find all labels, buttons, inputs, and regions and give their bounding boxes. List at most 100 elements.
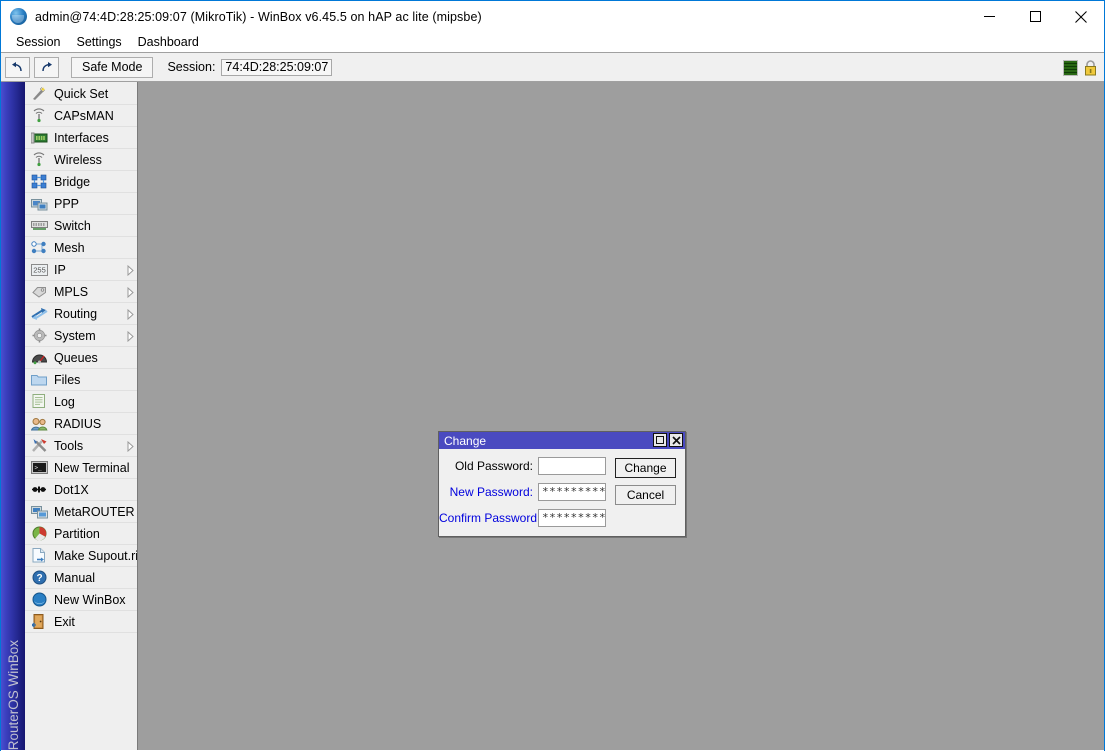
sidebar-item-label: RADIUS [54, 416, 102, 431]
title-bar: admin@74:4D:28:25:09:07 (MikroTik) - Win… [1, 1, 1104, 32]
sidebar-item-label: New WinBox [54, 592, 126, 607]
sidebar-item-mesh[interactable]: Mesh [25, 237, 137, 259]
ppp-monitor-icon [30, 196, 48, 212]
sidebar-item-interfaces[interactable]: Interfaces [25, 127, 137, 149]
svg-text:>_: >_ [34, 464, 42, 471]
sidebar-item-label: Switch [54, 218, 91, 233]
sidebar-item-label: Bridge [54, 174, 91, 189]
tools-icon [30, 438, 48, 454]
switch-icon [30, 218, 48, 234]
confirm-password-label: Confirm Password: [439, 511, 541, 525]
change-button[interactable]: Change [615, 458, 676, 478]
sidebar-item-switch[interactable]: Switch [25, 215, 137, 237]
sidebar-item-label: Tools [54, 438, 84, 453]
sidebar-item-capsman[interactable]: CAPsMAN [25, 105, 137, 127]
session-value[interactable]: 74:4D:28:25:09:07 [221, 58, 333, 76]
green-bars-icon [1063, 59, 1078, 76]
winbox-globe-icon [10, 8, 27, 25]
routing-icon [30, 306, 48, 322]
svg-text:255: 255 [33, 265, 46, 274]
sidebar-item-make-supout[interactable]: Make Supout.rif [25, 545, 137, 567]
sidebar-brand-strip: RouterOS WinBox [1, 82, 25, 750]
sidebar-item-tools[interactable]: Tools [25, 435, 137, 457]
sidebar-item-exit[interactable]: Exit [25, 611, 137, 633]
confirm-password-input[interactable]: ********* [538, 509, 606, 527]
old-password-input[interactable] [538, 457, 606, 475]
sidebar-item-label: CAPsMAN [54, 108, 114, 123]
winbox-window: admin@74:4D:28:25:09:07 (MikroTik) - Win… [0, 0, 1105, 751]
bridge-icon [30, 174, 48, 190]
maximize-button[interactable] [1012, 1, 1058, 32]
toolbar-status-icons [1063, 53, 1098, 82]
sidebar-item-new-winbox[interactable]: New WinBox [25, 589, 137, 611]
sidebar-item-label: MPLS [54, 284, 89, 299]
sidebar-item-new-terminal[interactable]: >_ New Terminal [25, 457, 137, 479]
change-password-dialog: Change Old Password: New Password: *****… [438, 431, 686, 537]
folder-icon [30, 372, 48, 388]
sidebar-brand-text: RouterOS WinBox [5, 639, 21, 750]
undo-icon [12, 61, 22, 71]
menu-item-dashboard[interactable]: Dashboard [130, 33, 207, 51]
nic-card-icon [30, 130, 48, 146]
sidebar-item-label: IP [54, 262, 66, 277]
minimize-button[interactable] [966, 1, 1012, 32]
sidebar-item-ppp[interactable]: PPP [25, 193, 137, 215]
window-title: admin@74:4D:28:25:09:07 (MikroTik) - Win… [35, 9, 482, 24]
sidebar-item-bridge[interactable]: Bridge [25, 171, 137, 193]
sidebar-item-manual[interactable]: ? Manual [25, 567, 137, 589]
users-icon [30, 416, 48, 432]
sidebar-item-label: Queues [54, 350, 98, 365]
new-password-value: ********* [542, 484, 606, 498]
svg-text:?: ? [36, 573, 42, 584]
dialog-window-controls [653, 433, 683, 447]
sidebar-item-label: System [54, 328, 96, 343]
field-row-confirm-password: Confirm Password: ********* [439, 509, 685, 527]
cancel-button[interactable]: Cancel [615, 485, 676, 505]
gear-icon [30, 328, 48, 344]
sidebar-item-dot1x[interactable]: Dot1X [25, 479, 137, 501]
sidebar-item-label: New Terminal [54, 460, 130, 475]
restore-window-icon[interactable] [653, 433, 667, 447]
work-area: RouterOS WinBox Quick Set CAPsMAN Interf… [1, 82, 1104, 750]
mesh-icon [30, 240, 48, 256]
sidebar-item-label: Log [54, 394, 75, 409]
sidebar-item-wireless[interactable]: Wireless [25, 149, 137, 171]
sidebar-item-partition[interactable]: Partition [25, 523, 137, 545]
undo-button[interactable] [5, 56, 30, 78]
sidebar-item-log[interactable]: Log [25, 391, 137, 413]
dialog-title-bar: Change [439, 432, 685, 449]
sidebar-item-files[interactable]: Files [25, 369, 137, 391]
sidebar-item-queues[interactable]: Queues [25, 347, 137, 369]
sidebar-item-system[interactable]: System [25, 325, 137, 347]
log-icon [30, 394, 48, 410]
sidebar-item-mpls[interactable]: MPLS [25, 281, 137, 303]
sidebar-item-radius[interactable]: RADIUS [25, 413, 137, 435]
sidebar-item-label: Exit [54, 614, 75, 629]
sidebar-item-routing[interactable]: Routing [25, 303, 137, 325]
close-icon[interactable] [669, 433, 683, 447]
menu-item-settings[interactable]: Settings [68, 33, 129, 51]
terminal-icon: >_ [30, 460, 48, 476]
sidebar-item-label: Dot1X [54, 482, 89, 497]
yellow-padlock-icon [1085, 59, 1096, 75]
metarouter-icon [30, 504, 48, 520]
new-password-input[interactable]: ********* [538, 483, 606, 501]
sidebar-item-metarouter[interactable]: MetaROUTER [25, 501, 137, 523]
new-password-label: New Password: [449, 485, 533, 499]
close-button[interactable] [1058, 1, 1104, 32]
sidebar-item-quick-set[interactable]: Quick Set [25, 83, 137, 105]
redo-button[interactable] [34, 56, 59, 78]
sidebar-item-label: Make Supout.rif [54, 548, 137, 563]
dot1x-icon [30, 482, 48, 498]
toolbar: Safe Mode Session: 74:4D:28:25:09:07 [1, 53, 1104, 82]
menu-item-session[interactable]: Session [8, 33, 68, 51]
sidebar: RouterOS WinBox Quick Set CAPsMAN Interf… [1, 82, 138, 750]
partition-icon [30, 526, 48, 542]
confirm-password-value: ********* [542, 510, 606, 524]
sidebar-item-ip[interactable]: 255 IP [25, 259, 137, 281]
sidebar-item-label: MetaROUTER [54, 504, 135, 519]
safe-mode-button[interactable]: Safe Mode [71, 56, 154, 78]
document-out-icon [30, 548, 48, 564]
tags-icon [30, 284, 48, 300]
sidebar-item-label: Wireless [54, 152, 102, 167]
